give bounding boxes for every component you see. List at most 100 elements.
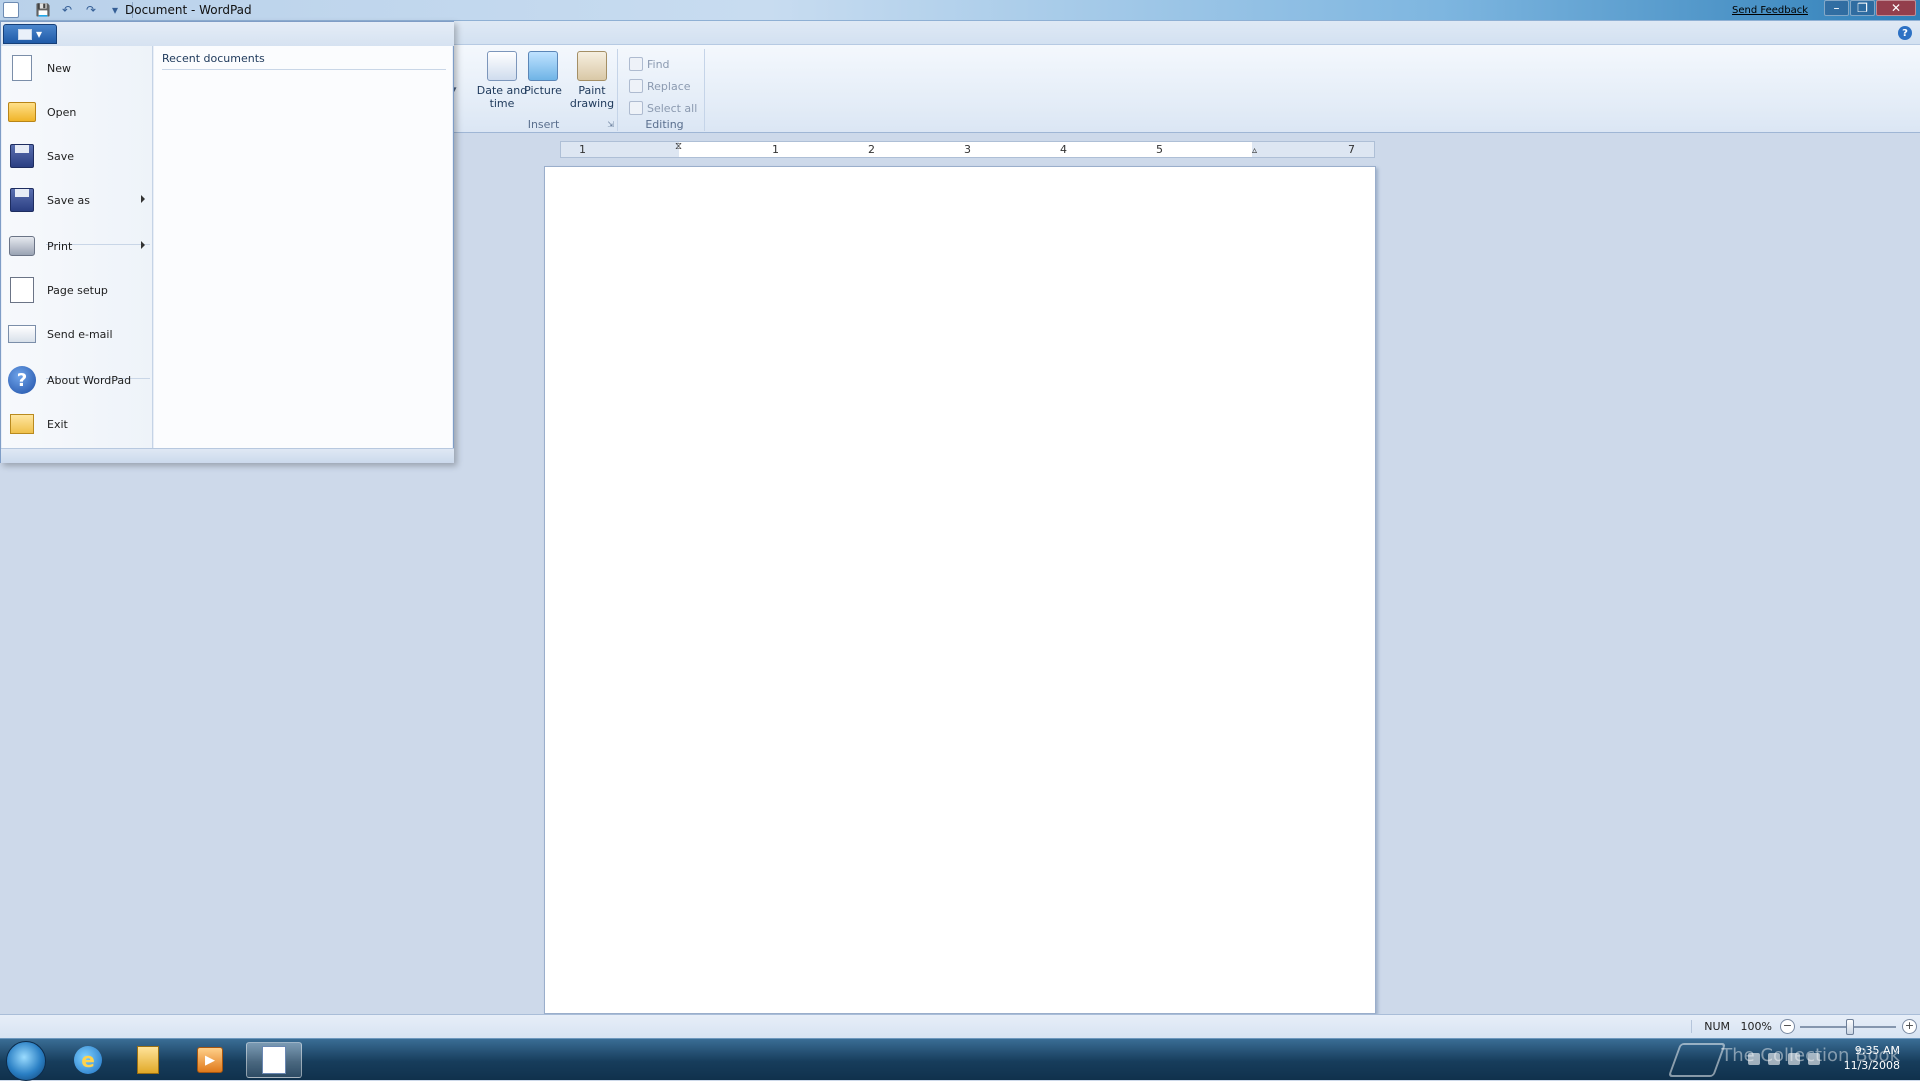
right-indent-marker[interactable]: ▵ [1250,146,1259,164]
insert-group-label: Insert [527,118,560,131]
clock[interactable]: 9:35 AM 11/3/2008 [1844,1043,1900,1073]
menu-item-label: Open [47,105,77,119]
taskbar-media-player[interactable]: ▶ [182,1042,238,1078]
ruler-label: 2 [868,143,875,156]
network-icon[interactable] [1788,1053,1800,1065]
floppy-disk-icon [7,141,37,171]
menu-item-label: Page setup [47,283,108,297]
menu-item-label: Save [47,149,75,163]
editing-group-label: Editing [645,118,684,131]
menu-item-label: Save as [47,193,90,207]
status-bar: NUM 100% − + [0,1014,1920,1038]
new-document-icon [7,53,37,83]
replace-label: Replace [647,79,691,93]
menu-item-label: Exit [47,417,68,431]
zoom-level: 100% [1740,1020,1772,1033]
menu-item-send-email[interactable]: Send e-mail [7,314,149,354]
window-controls: – ❐ ✕ [1824,0,1916,16]
wordpad-icon [262,1046,286,1074]
menu-item-save-as[interactable]: Save as [7,180,149,220]
window-title: Document - WordPad [125,3,252,17]
document-page[interactable] [544,166,1376,1014]
redo-icon[interactable]: ↷ [82,1,100,19]
menu-item-about[interactable]: ? About WordPad [7,360,149,400]
restore-button[interactable]: ❐ [1850,0,1875,16]
clock-date: 11/3/2008 [1843,1059,1900,1072]
ruler-label: 1 [772,143,779,156]
application-menu-button-open[interactable]: ▾ [3,24,57,44]
find-label: Find [647,57,670,71]
media-player-icon: ▶ [197,1047,223,1073]
menu-item-print[interactable]: Print [7,226,149,266]
menu-item-label: Send e-mail [47,327,113,341]
select-all-button[interactable]: Select all [629,101,697,115]
close-button[interactable]: ✕ [1876,0,1916,16]
start-button[interactable] [6,1041,46,1081]
volume-icon[interactable] [1808,1053,1820,1065]
date-time-label: Date and time [476,84,528,110]
ruler-label: 3 [964,143,971,156]
book-watermark-icon [1667,1043,1727,1077]
taskbar-wordpad[interactable] [246,1042,302,1078]
wordpad-app-icon[interactable] [3,2,19,18]
zoom-out-button[interactable]: − [1780,1019,1795,1034]
select-all-label: Select all [647,101,698,115]
ruler-label: 7 [1348,143,1355,156]
recent-documents-header: Recent documents [162,52,446,70]
menu-item-open[interactable]: Open [7,92,149,132]
paint-drawing-button[interactable]: Paint drawing [566,51,618,110]
minimize-button[interactable]: – [1824,0,1849,16]
num-lock-indicator: NUM [1691,1020,1730,1033]
replace-icon [629,79,643,93]
date-time-button[interactable]: Date and time [476,51,528,110]
zoom-slider-thumb[interactable] [1846,1019,1854,1035]
picture-button[interactable]: Picture [522,51,564,97]
menu-item-label: New [47,61,71,75]
printer-icon [7,231,37,261]
tray-arrow-icon[interactable] [1748,1053,1760,1065]
ruler-right-margin [1252,142,1374,157]
dialog-launcher-icon[interactable]: ⇲ [607,120,614,129]
menu-item-exit[interactable]: Exit [7,404,149,444]
document-icon [17,28,32,40]
ruler-label: 4 [1060,143,1067,156]
undo-icon[interactable]: ↶ [58,1,76,19]
submenu-arrow-icon [141,241,145,249]
quick-access-toolbar: 💾 ↶ ↷ ▾ [34,1,135,19]
menu-item-new[interactable]: New [7,48,149,88]
select-all-icon [629,101,643,115]
application-menu: ▾ New Open Save Save as Print Page setup… [0,21,454,463]
recent-documents-panel: Recent documents [154,46,452,448]
chevron-down-icon: ▾ [35,27,43,41]
taskbar-explorer[interactable] [120,1042,176,1078]
menu-item-page-setup[interactable]: Page setup [7,270,149,310]
picture-label: Picture [524,84,562,97]
calendar-icon [487,51,517,81]
action-center-flag-icon[interactable] [1768,1053,1780,1065]
system-tray [1748,1053,1820,1065]
zoom-in-button[interactable]: + [1902,1019,1917,1034]
find-button[interactable]: Find [629,57,670,71]
save-as-icon [7,185,37,215]
send-feedback-link[interactable]: Send Feedback [1732,5,1808,16]
customize-qat-icon[interactable]: ▾ [106,1,124,19]
exit-icon [7,409,37,439]
insert-group: Date and time Picture Paint drawing Inse… [470,49,618,131]
internet-explorer-icon: e [74,1046,102,1074]
ruler[interactable]: 1 1 2 3 4 5 7 ⧖ ▵ [560,141,1375,158]
menu-item-label: Print [47,239,73,253]
application-menu-commands: New Open Save Save as Print Page setup S… [2,46,153,448]
left-indent-marker[interactable]: ⧖ [674,142,683,160]
ruler-label: 1 [579,143,586,156]
application-menu-footer [1,448,454,463]
replace-button[interactable]: Replace [629,79,691,93]
taskbar-internet-explorer[interactable]: e [60,1042,116,1078]
menu-item-save[interactable]: Save [7,136,149,176]
folder-icon [137,1046,159,1074]
submenu-arrow-icon [141,195,145,203]
clock-time: 9:35 AM [1854,1044,1900,1057]
editing-group: Find Replace Select all Editing [625,49,705,131]
help-icon[interactable]: ? [1898,26,1912,40]
menu-item-label: About WordPad [47,373,132,387]
save-icon[interactable]: 💾 [34,1,52,19]
